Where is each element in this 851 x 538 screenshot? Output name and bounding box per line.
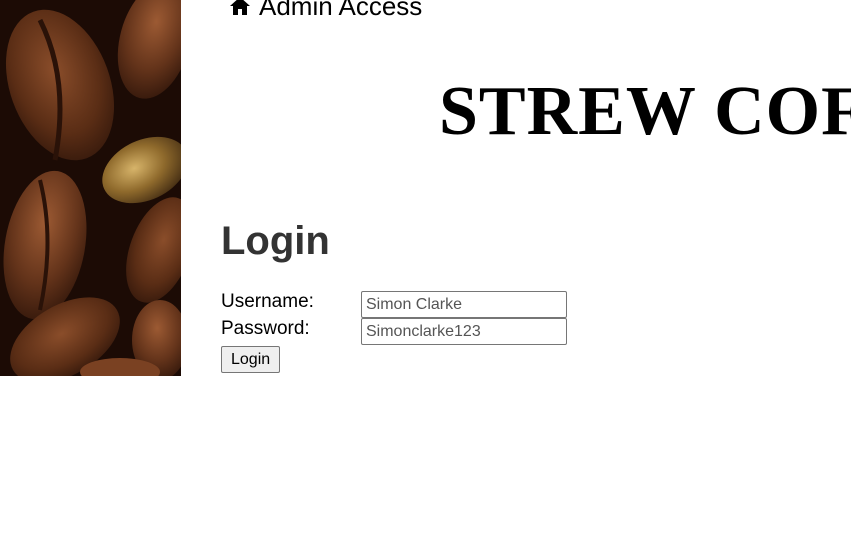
page: Admin Access STREW COFFEE Login Username… [0, 0, 851, 538]
brand-title: STREW COFFEE [439, 73, 851, 150]
home-icon [230, 0, 250, 15]
admin-access-link[interactable]: Admin Access [229, 0, 422, 21]
username-row: Username: [221, 290, 581, 318]
password-row: Password: [221, 317, 581, 345]
password-label: Password: [221, 318, 310, 339]
login-heading: Login [221, 219, 330, 263]
admin-access-label: Admin Access [259, 0, 423, 21]
login-form: Username: Password: Login [221, 290, 581, 373]
username-label: Username: [221, 291, 314, 312]
username-field[interactable] [361, 291, 567, 318]
coffee-beans-image [0, 0, 181, 376]
login-button[interactable]: Login [221, 346, 281, 373]
password-field[interactable] [361, 318, 567, 345]
